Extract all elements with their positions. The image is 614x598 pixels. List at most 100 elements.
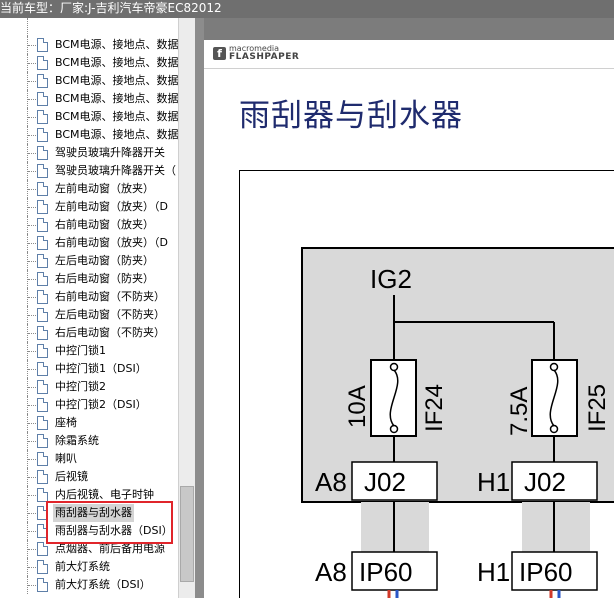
tree-connector-tick	[28, 315, 36, 316]
document-icon	[37, 452, 48, 466]
tree-item-label: BCM电源、接地点、数据	[55, 38, 178, 51]
fuse-1-rating: 10A	[344, 385, 371, 428]
wire-shade-2	[522, 502, 590, 552]
tree-item[interactable]: 座椅	[0, 414, 178, 432]
tree-connector-tick	[28, 459, 36, 460]
power-label: IG2	[370, 264, 412, 294]
document-icon	[37, 164, 48, 178]
connector-ip60-2-pin: H1	[477, 557, 510, 587]
document-title: 雨刮器与刮水器	[239, 98, 463, 134]
document-icon	[37, 110, 48, 124]
tree-connector-tick	[28, 279, 36, 280]
tree-item[interactable]: 左后电动窗（防夹）	[0, 252, 178, 270]
document-icon	[37, 434, 48, 448]
tree-item[interactable]: BCM电源、接地点、数据	[0, 126, 178, 144]
tree-connector-tick	[28, 423, 36, 424]
tree-item[interactable]: BCM电源、接地点、数据	[0, 36, 178, 54]
logo-flashpaper: FLASHPAPER	[229, 52, 300, 62]
document-icon	[37, 488, 48, 502]
tree-item-label: 中控门锁1（DSI）	[55, 362, 147, 375]
tree-item[interactable]: BCM电源、接地点、数据	[0, 90, 178, 108]
tree-connector-tick	[28, 387, 36, 388]
tree-connector-tick	[28, 261, 36, 262]
tree-item[interactable]: 驾驶员玻璃升降器开关	[0, 144, 178, 162]
tree-connector-tick	[28, 117, 36, 118]
tree-connector-tick	[28, 153, 36, 154]
tree-item[interactable]: 右前电动窗（放夹）	[0, 216, 178, 234]
tree-item[interactable]: 中控门锁2（DSI）	[0, 396, 178, 414]
document-icon	[37, 200, 48, 214]
document-icon	[37, 560, 48, 574]
tree-item[interactable]: BCM电源、接地点、数据	[0, 108, 178, 126]
connector-j02-2-name: J02	[524, 467, 566, 497]
tree-item[interactable]: 左后电动窗（不防夹）	[0, 306, 178, 324]
tree-connector-tick	[28, 297, 36, 298]
tree-scrollbar-thumb[interactable]	[180, 486, 194, 582]
tree-connector-tick	[28, 45, 36, 46]
tree-connector-tick	[28, 549, 36, 550]
tree-item-label: 前大灯系统	[55, 560, 110, 573]
connector-j02-2-pin: H1	[477, 467, 510, 497]
tree-item[interactable]: 除霜系统	[0, 432, 178, 450]
tree-item-label: BCM电源、接地点、数据	[55, 92, 178, 105]
tree-item-label: 座椅	[55, 416, 77, 429]
connector-j02-1-pin: A8	[315, 467, 347, 497]
document-icon	[37, 74, 48, 88]
document-viewer[interactable]: f macromedia FLASHPAPER 雨刮器与刮水器 IG2 10A …	[204, 40, 614, 598]
tree-item-label: 前大灯系统（DSI）	[55, 578, 151, 591]
fuse-1-terminal-top	[389, 362, 399, 372]
tree-item[interactable]: 右前电动窗（不防夹）	[0, 288, 178, 306]
tree-scrollbar[interactable]	[178, 18, 196, 598]
tree-item-label: 中控门锁2（DSI）	[55, 398, 147, 411]
tree-connector-tick	[28, 369, 36, 370]
document-icon	[37, 272, 48, 286]
tree-item[interactable]: 前大灯系统（DSI）	[0, 576, 178, 594]
document-icon	[37, 398, 48, 412]
tree-item[interactable]: 后视镜	[0, 468, 178, 486]
tree-connector-tick	[28, 441, 36, 442]
document-icon	[37, 56, 48, 70]
tree-connector-tick	[28, 351, 36, 352]
tree-item[interactable]: BCM电源、接地点、数据	[0, 54, 178, 72]
document-icon	[37, 326, 48, 340]
tree-item-label: BCM电源、接地点、数据	[55, 56, 178, 69]
document-icon	[37, 236, 48, 250]
tree-item[interactable]: BCM电源、接地点、数据	[0, 72, 178, 90]
tree-item[interactable]: 驾驶员玻璃升降器开关（	[0, 162, 178, 180]
tree-item[interactable]: 喇叭	[0, 450, 178, 468]
tree-item-label: 驾驶员玻璃升降器开关（	[55, 164, 176, 177]
pane-splitter[interactable]	[195, 18, 204, 598]
tree-spacer	[0, 18, 178, 36]
document-icon	[37, 92, 48, 106]
connector-ip60-1-name: IP60	[359, 557, 413, 587]
tree-item-label: 喇叭	[55, 452, 77, 465]
tree-connector-tick	[28, 513, 36, 514]
tree-item[interactable]: 右后电动窗（防夹）	[0, 270, 178, 288]
tree-item[interactable]: 前大灯系统	[0, 558, 178, 576]
connector-ip60-2-name: IP60	[519, 557, 573, 587]
document-icon	[37, 146, 48, 160]
document-icon	[37, 416, 48, 430]
fuse-1-name: IF24	[421, 384, 448, 432]
tree-item[interactable]: 中控门锁2	[0, 378, 178, 396]
document-icon	[37, 344, 48, 358]
tree-connector-tick	[28, 531, 36, 532]
tree-item-label: 右前电动窗（放夹）	[55, 218, 154, 231]
tree-item-label: 后视镜	[55, 470, 88, 483]
tree-item-label: BCM电源、接地点、数据	[55, 128, 178, 141]
tree-item[interactable]: 右前电动窗（放夹）（D	[0, 234, 178, 252]
document-icon	[37, 380, 48, 394]
tree-item[interactable]: 左前电动窗（放夹）	[0, 180, 178, 198]
tree-connector-line	[27, 18, 29, 36]
window-title: 当前车型：厂家:J-吉利汽车帝豪EC82012	[0, 1, 222, 15]
tree-item[interactable]: 左前电动窗（放夹）（D	[0, 198, 178, 216]
tree-item-label: 除霜系统	[55, 434, 99, 447]
tree-connector-tick	[28, 189, 36, 190]
tree-connector-tick	[28, 207, 36, 208]
selection-highlight-box	[46, 501, 173, 544]
tree-item[interactable]: 右后电动窗（不防夹）	[0, 324, 178, 342]
tree-item[interactable]: 中控门锁1（DSI）	[0, 360, 178, 378]
document-icon	[37, 470, 48, 484]
tree-connector-tick	[28, 567, 36, 568]
tree-item[interactable]: 中控门锁1	[0, 342, 178, 360]
